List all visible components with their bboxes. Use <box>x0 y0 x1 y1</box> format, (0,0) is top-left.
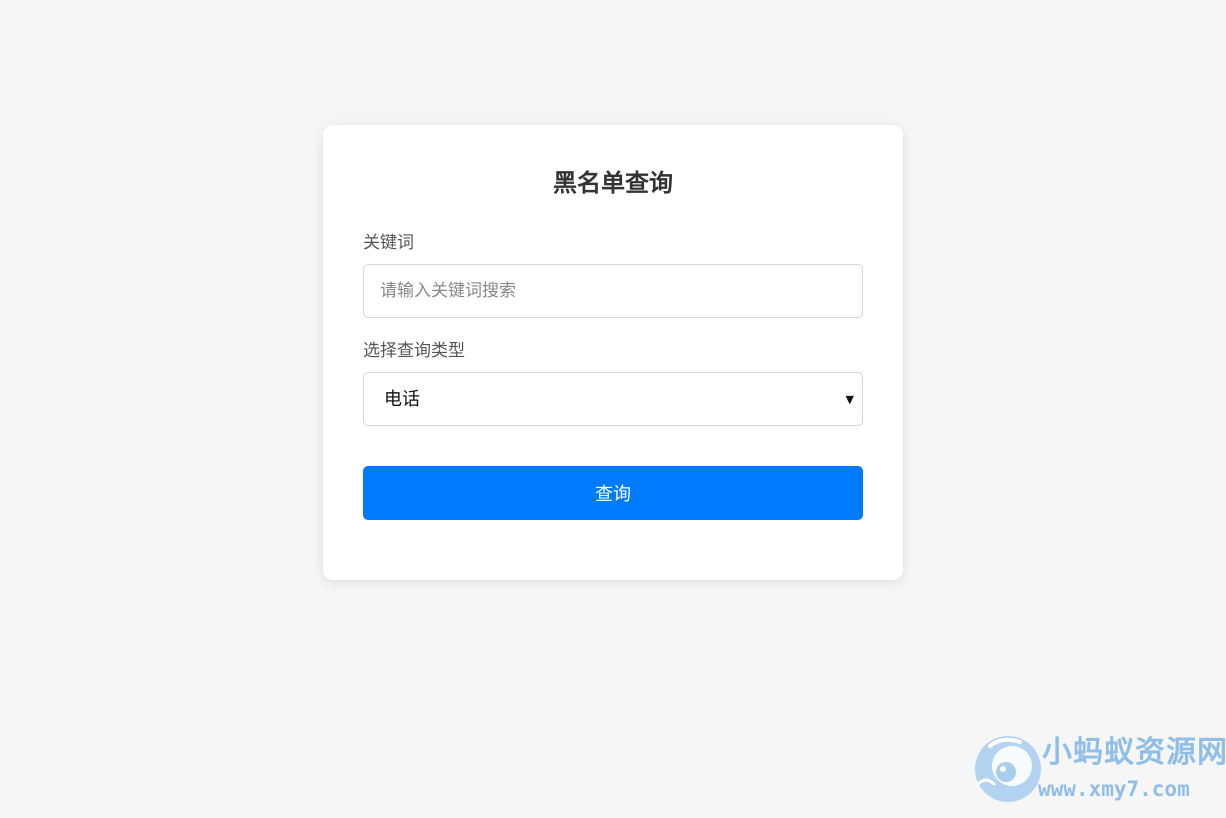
query-type-selected-value: 电话 <box>384 389 420 410</box>
keyword-label: 关键词 <box>363 233 414 253</box>
keyword-input[interactable] <box>363 264 863 318</box>
chevron-down-icon: ▼ <box>845 393 854 406</box>
search-card: 黑名单查询 关键词 选择查询类型 电话 ▼ 查询 <box>323 125 903 580</box>
watermark: 小蚂蚁资源网 www.xmy7.com <box>970 730 1226 810</box>
page-title: 黑名单查询 <box>553 169 673 197</box>
search-button[interactable]: 查询 <box>363 466 863 520</box>
watermark-url: www.xmy7.com <box>1038 777 1190 801</box>
query-type-label: 选择查询类型 <box>363 341 465 361</box>
watermark-name: 小蚂蚁资源网 <box>1042 735 1226 770</box>
query-type-select[interactable]: 电话 ▼ <box>363 372 863 426</box>
ant-logo-icon <box>975 736 1041 802</box>
